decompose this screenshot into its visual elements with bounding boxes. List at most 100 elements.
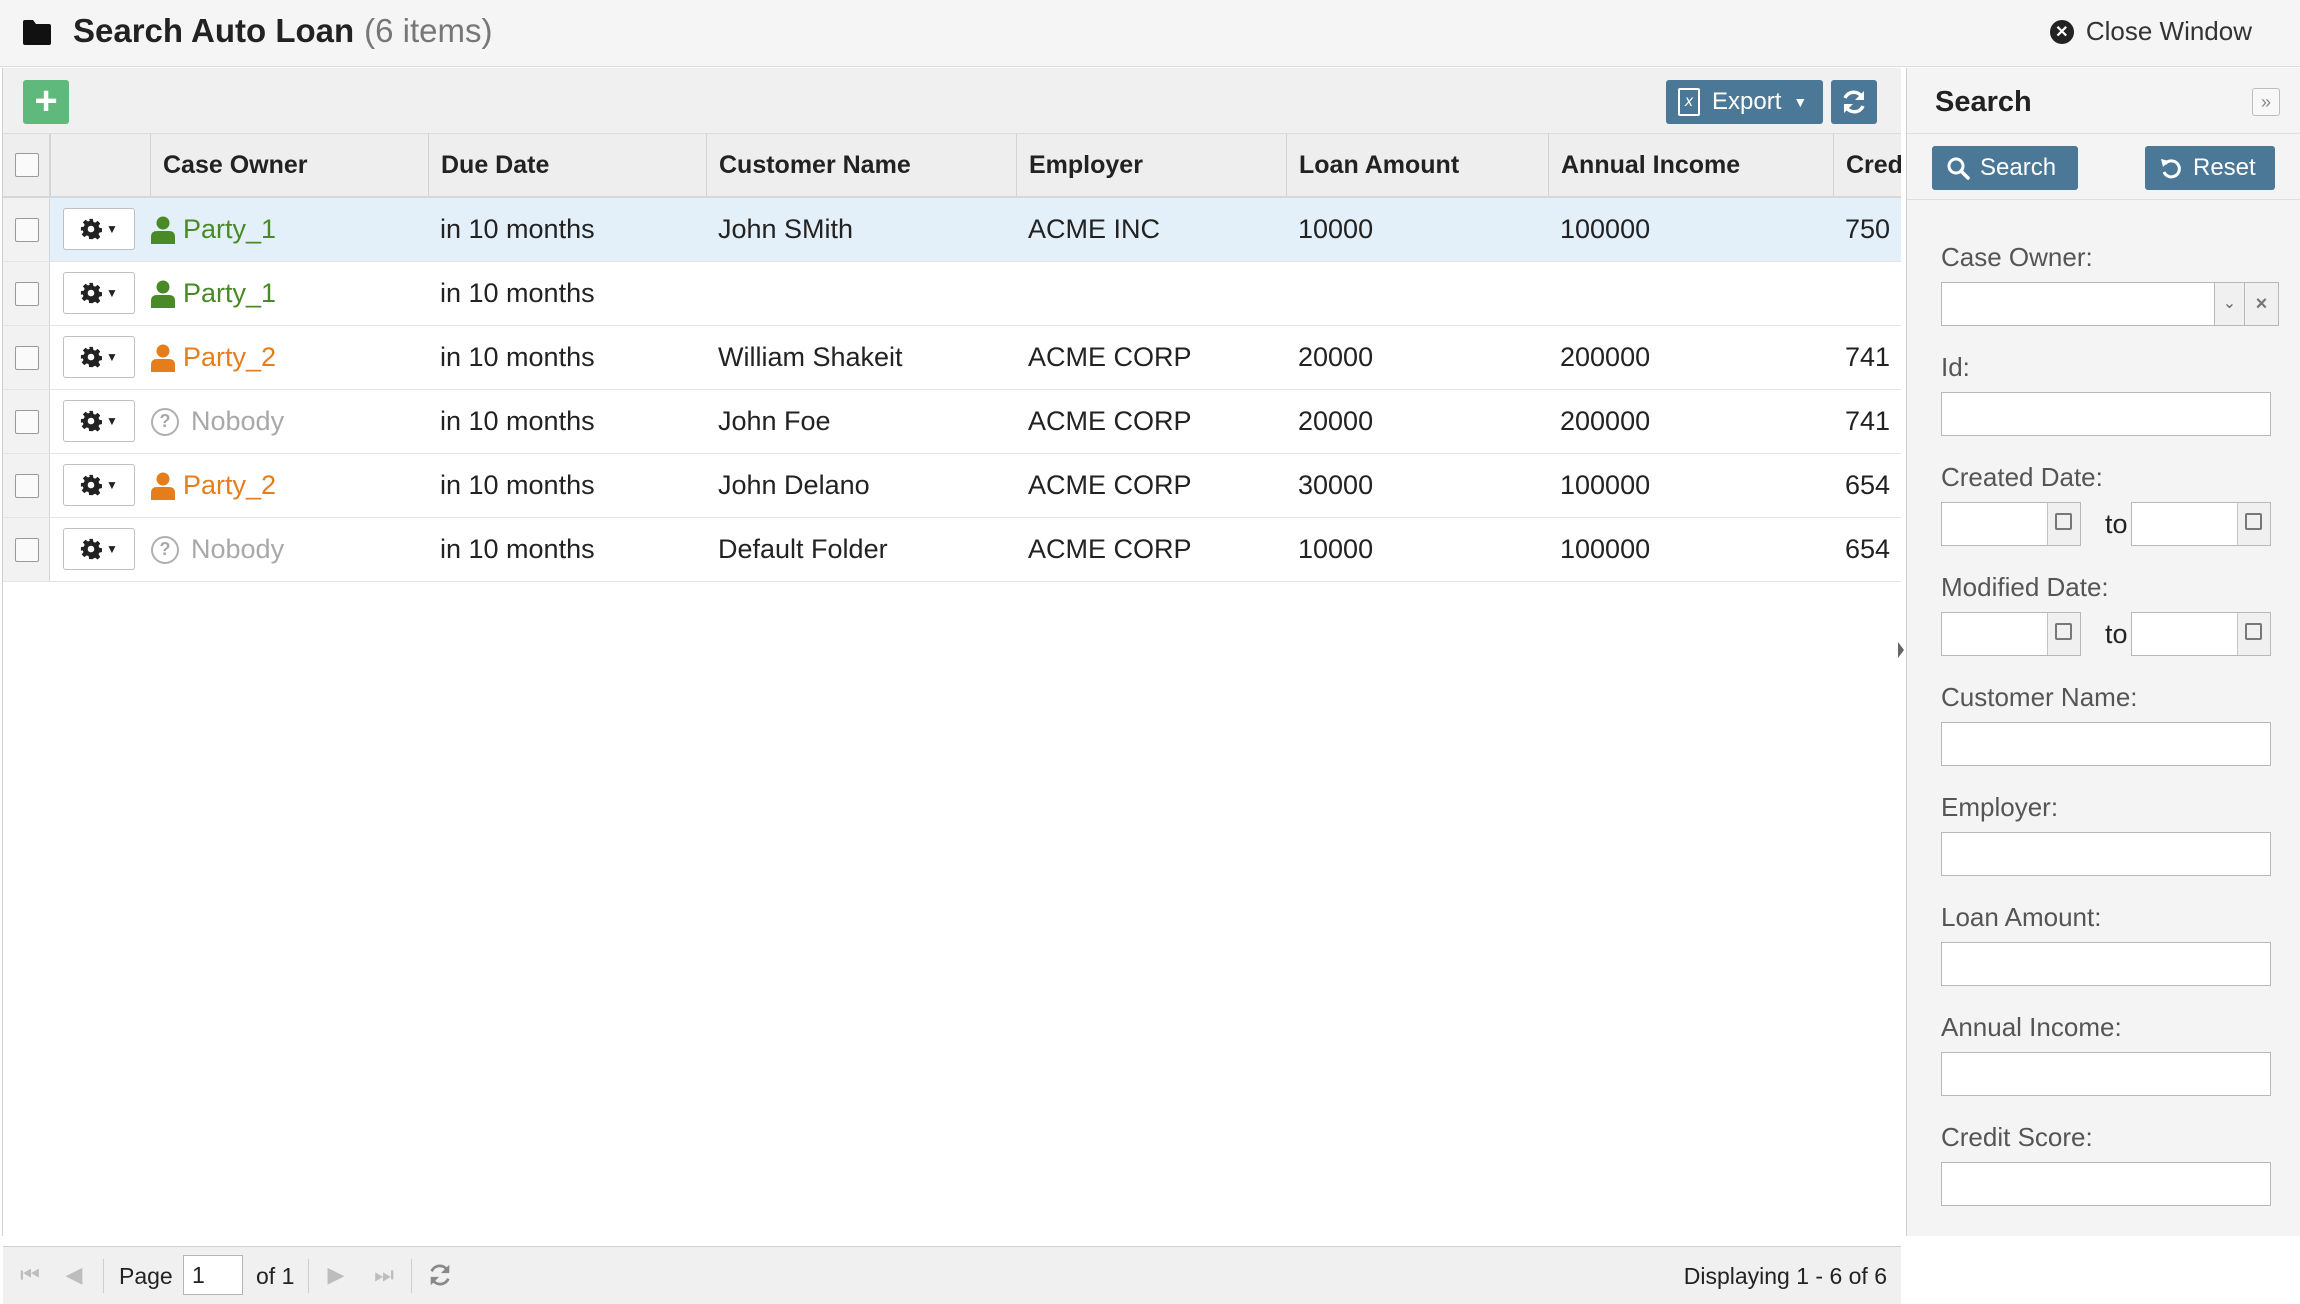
case-owner-cell: ? Nobody [151, 518, 284, 581]
next-page-button[interactable]: ▶ [321, 1260, 351, 1290]
case-owner-input[interactable] [1941, 282, 2215, 326]
table-row[interactable]: ▼ Party_1 in 10 months John SMith ACME INC 10… [3, 198, 1901, 262]
modified-date-from-input[interactable] [1941, 612, 2081, 656]
annual-income-label: Annual Income: [1941, 1012, 2122, 1042]
modified-date-to-input[interactable] [2131, 612, 2271, 656]
created-date-from-input[interactable] [1941, 502, 2081, 546]
credit-score-cell: 654 [1845, 470, 1891, 500]
close-icon: ✕ [2049, 19, 2074, 44]
row-checkbox[interactable] [15, 538, 39, 562]
row-checkbox[interactable] [15, 218, 39, 242]
case-owner-cell: Party_2 [151, 326, 276, 389]
caret-down-icon: ▼ [106, 542, 118, 556]
caret-down-icon: ▼ [106, 222, 118, 236]
row-actions-button[interactable]: ▼ [63, 400, 135, 442]
folder-icon [23, 20, 51, 45]
calendar-icon[interactable] [2237, 503, 2270, 545]
due-date-cell: in 10 months [440, 342, 595, 372]
row-checkbox[interactable] [15, 410, 39, 434]
created-date-to-input[interactable] [2131, 502, 2271, 546]
paging-toolbar: ⏮ ◀ Page 1 of 1 ▶ ⏭ Displaying 1 - 6 of … [3, 1246, 1901, 1304]
reset-button[interactable]: Reset [2145, 146, 2275, 190]
customer-name-cell: John Foe [718, 406, 831, 436]
row-actions-button[interactable]: ▼ [63, 272, 135, 314]
loan-amount-label: Loan Amount: [1941, 902, 2102, 932]
prev-page-button[interactable]: ◀ [59, 1260, 89, 1290]
employer-cell: ACME INC [1028, 214, 1161, 244]
add-button[interactable]: + [23, 80, 69, 124]
first-page-button[interactable]: ⏮ [15, 1260, 45, 1290]
case-owner-link[interactable]: Party_2 [183, 342, 276, 373]
id-input[interactable] [1941, 392, 2271, 436]
case-owner-link[interactable]: Party_1 [183, 278, 276, 309]
grid-header-row: Case Owner Due Date Customer Name Employ… [3, 134, 1901, 198]
case-owner-link[interactable]: Party_2 [183, 470, 276, 501]
clear-icon[interactable]: × [2245, 282, 2279, 326]
window-titlebar: Search Auto Loan (6 items) ✕ Close Window [0, 0, 2300, 67]
customer-name-label: Customer Name: [1941, 682, 2138, 712]
loan-amount-cell: 20000 [1298, 406, 1374, 436]
search-button-label: Search [1980, 154, 2057, 181]
column-header-credit-score[interactable]: Credi [1833, 134, 1901, 196]
case-owner-link[interactable]: Party_1 [183, 214, 276, 245]
row-actions-button[interactable]: ▼ [63, 528, 135, 570]
chevron-down-icon[interactable]: ⌄ [2215, 282, 2245, 326]
grid-toolbar: + x Export ▼ [3, 68, 1901, 134]
row-checkbox[interactable] [15, 282, 39, 306]
user-icon [151, 216, 175, 244]
item-count: (6 items) [364, 12, 493, 49]
select-all-checkbox[interactable] [15, 153, 39, 177]
close-window-button[interactable]: ✕ Close Window [2049, 16, 2252, 47]
case-owner-label: Case Owner: [1941, 242, 2093, 272]
actions-column-header [50, 134, 118, 196]
page-number-input[interactable]: 1 [183, 1255, 243, 1295]
id-label: Id: [1941, 352, 1970, 382]
collapse-panel-button[interactable]: » [2252, 88, 2280, 116]
row-select-cell [3, 262, 50, 325]
column-header-customer-name[interactable]: Customer Name [706, 134, 1016, 196]
column-header-employer[interactable]: Employer [1016, 134, 1286, 196]
row-actions-button[interactable]: ▼ [63, 336, 135, 378]
column-header-annual-income[interactable]: Annual Income [1548, 134, 1833, 196]
table-row[interactable]: ▼ Party_2 in 10 months John Delano ACME CORP… [3, 454, 1901, 518]
annual-income-cell [1548, 262, 1560, 325]
panel-splitter[interactable] [1898, 620, 1904, 680]
reset-button-label: Reset [2193, 154, 2256, 181]
row-checkbox[interactable] [15, 474, 39, 498]
last-page-button[interactable]: ⏭ [369, 1260, 399, 1290]
loan-amount-input[interactable] [1941, 942, 2271, 986]
loan-amount-cell: 20000 [1298, 342, 1374, 372]
calendar-icon[interactable] [2047, 613, 2080, 655]
annual-income-input[interactable] [1941, 1052, 2271, 1096]
credit-score-input[interactable] [1941, 1162, 2271, 1206]
calendar-icon[interactable] [2047, 503, 2080, 545]
row-checkbox[interactable] [15, 346, 39, 370]
gear-icon [80, 346, 103, 368]
created-date-label: Created Date: [1941, 462, 2103, 492]
row-actions-button[interactable]: ▼ [63, 208, 135, 250]
table-row[interactable]: ▼ Party_1 in 10 months [3, 262, 1901, 326]
table-row[interactable]: ▼? Nobody in 10 months John Foe ACME CORP 200… [3, 390, 1901, 454]
pager-separator [103, 1259, 104, 1293]
annual-income-cell: 200000 [1560, 406, 1651, 436]
customer-name-input[interactable] [1941, 722, 2271, 766]
table-row[interactable]: ▼? Nobody in 10 months Default Folder ACME C… [3, 518, 1901, 582]
pager-refresh-button[interactable] [425, 1260, 455, 1290]
column-header-loan-amount[interactable]: Loan Amount [1286, 134, 1548, 196]
pager-separator [308, 1259, 309, 1293]
refresh-button[interactable] [1831, 80, 1877, 124]
search-button[interactable]: Search [1932, 146, 2078, 190]
export-button[interactable]: x Export ▼ [1666, 80, 1823, 124]
row-actions-button[interactable]: ▼ [63, 464, 135, 506]
modified-date-label: Modified Date: [1941, 572, 2109, 602]
employer-input[interactable] [1941, 832, 2271, 876]
column-header-case-owner[interactable]: Case Owner [150, 134, 340, 196]
table-row[interactable]: ▼ Party_2 in 10 months William Shakeit ACME … [3, 326, 1901, 390]
export-label: Export [1712, 88, 1782, 115]
customer-name-cell: John SMith [718, 214, 854, 244]
column-header-due-date[interactable]: Due Date [428, 134, 618, 196]
row-select-cell [3, 518, 50, 581]
gear-icon [80, 282, 103, 304]
calendar-icon[interactable] [2237, 613, 2270, 655]
caret-down-icon: ▼ [106, 350, 118, 364]
